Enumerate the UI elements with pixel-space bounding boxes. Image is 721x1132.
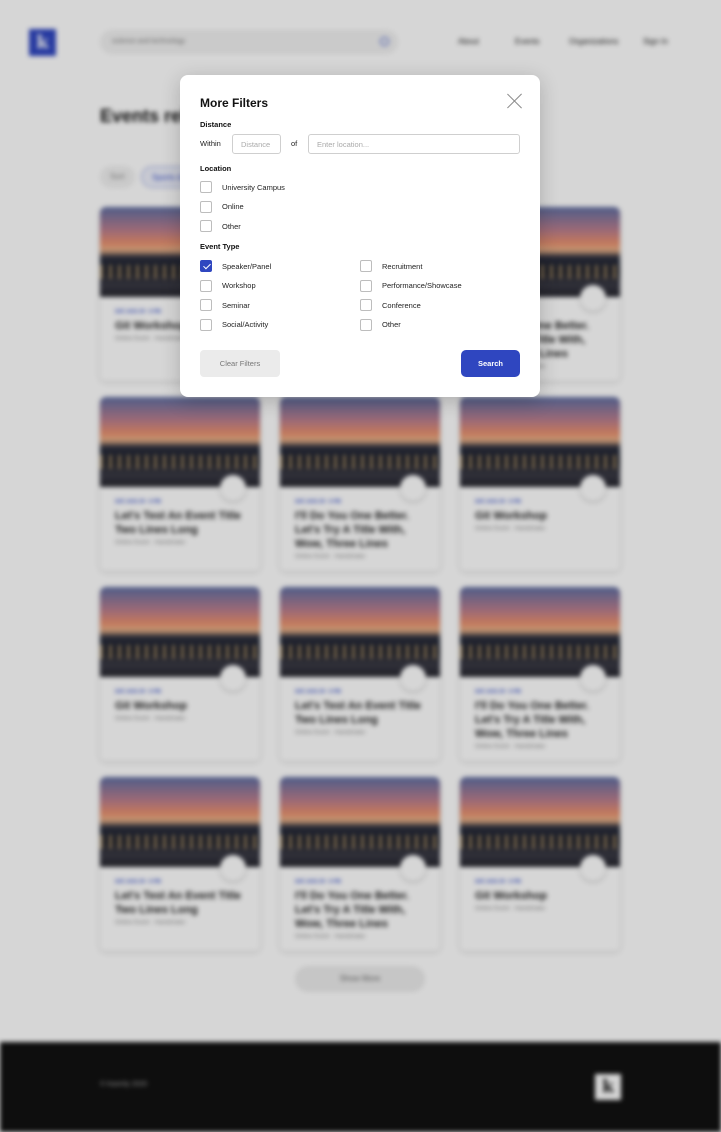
checkbox[interactable] <box>360 260 372 272</box>
filter-option-label: Recruitment <box>382 261 423 271</box>
filter-option-label: University Campus <box>222 182 285 192</box>
filter-option-label: Social/Activity <box>222 320 269 329</box>
filter-option[interactable]: Online <box>200 200 244 213</box>
location-input[interactable] <box>308 134 520 154</box>
distance-heading: Distance <box>200 120 232 129</box>
checkbox[interactable] <box>360 279 372 292</box>
location-heading: Location <box>200 164 232 173</box>
filter-option[interactable]: Other <box>200 220 241 232</box>
filter-option[interactable]: Social/Activity <box>200 318 269 331</box>
distance-input[interactable] <box>232 134 281 154</box>
filter-option-label: Seminar <box>222 300 250 310</box>
checkbox[interactable] <box>200 318 212 331</box>
within-label: Within <box>200 139 221 148</box>
checkbox[interactable] <box>200 279 212 292</box>
checkbox-checked[interactable] <box>200 260 212 272</box>
close-icon[interactable] <box>507 93 523 109</box>
checkbox[interactable] <box>360 299 372 311</box>
filter-option[interactable]: Speaker/Panel <box>200 260 271 272</box>
filter-option-label: Other <box>382 320 401 329</box>
search-button[interactable]: Search <box>461 350 520 377</box>
checkbox[interactable] <box>200 200 212 213</box>
filter-option-label: Performance/Showcase <box>382 281 462 290</box>
filter-option-label: Online <box>222 202 244 211</box>
filter-option[interactable]: University Campus <box>200 181 285 193</box>
event-type-heading: Event Type <box>200 242 240 251</box>
filter-option-label: Conference <box>382 300 421 310</box>
clear-filters-button[interactable]: Clear Filters <box>200 350 280 377</box>
checkbox[interactable] <box>360 318 372 331</box>
filter-option[interactable]: Seminar <box>200 299 250 311</box>
more-filters-modal: More Filters Distance Within of Location… <box>180 75 540 397</box>
filter-option-label: Other <box>222 221 241 231</box>
filter-option[interactable]: Conference <box>360 299 421 311</box>
filter-option[interactable]: Performance/Showcase <box>360 279 462 292</box>
checkbox[interactable] <box>200 299 212 311</box>
filter-option-label: Speaker/Panel <box>222 261 272 271</box>
modal-title: More Filters <box>200 96 269 110</box>
of-label: of <box>291 139 298 148</box>
checkbox[interactable] <box>200 220 212 232</box>
filter-option-label: Workshop <box>222 281 256 290</box>
checkbox[interactable] <box>200 181 212 193</box>
filter-option[interactable]: Recruitment <box>360 260 422 272</box>
filter-option[interactable]: Other <box>360 318 401 331</box>
filter-option[interactable]: Workshop <box>200 279 256 292</box>
